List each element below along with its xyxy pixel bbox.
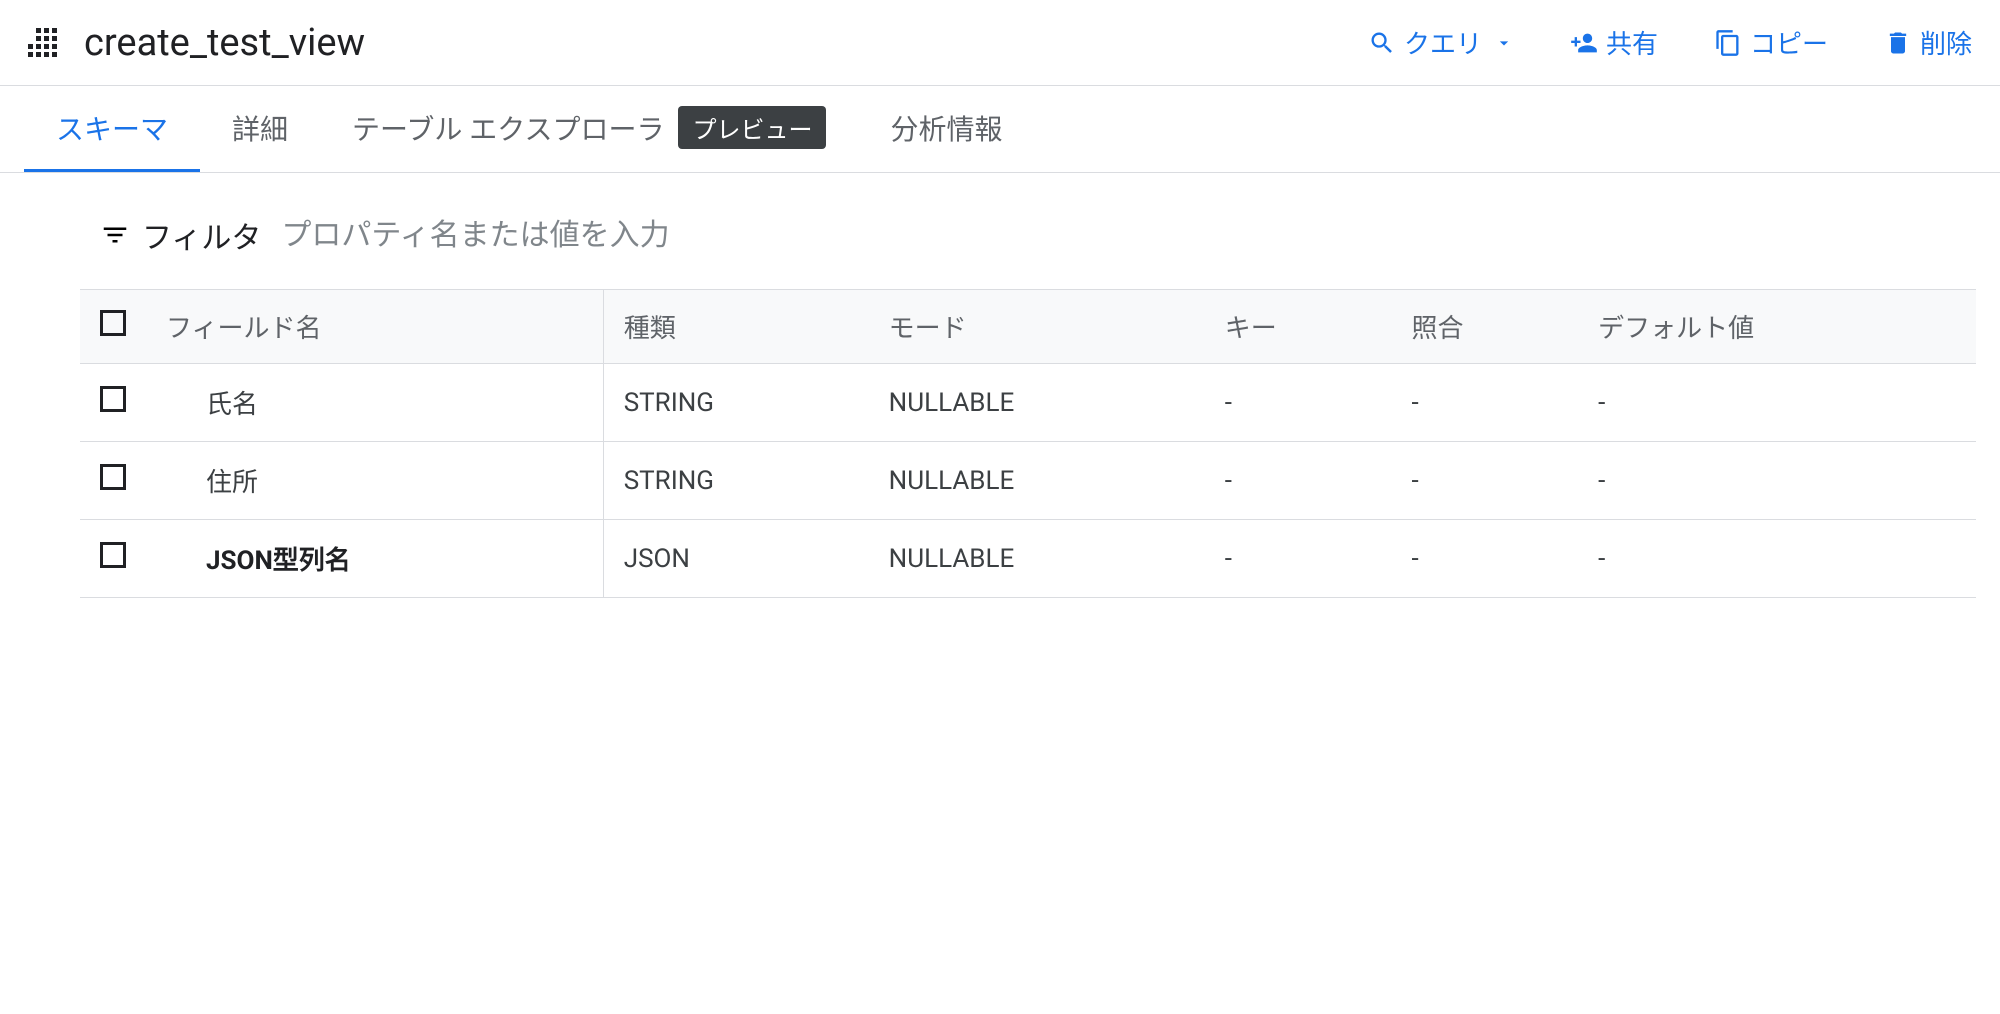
schema-table: フィールド名 種類 モード キー 照合 デフォルト値 氏名 STRING NUL… (80, 289, 1976, 598)
search-icon (1368, 29, 1396, 57)
table-row: 氏名 STRING NULLABLE - - - (80, 364, 1976, 442)
filter-row: フィルタ (80, 213, 1976, 257)
cell-default-value: - (1578, 520, 1976, 598)
cell-mode: NULLABLE (869, 442, 1205, 520)
cell-field-name: 氏名 (146, 364, 603, 442)
row-checkbox[interactable] (100, 464, 126, 490)
cell-field-name: 住所 (146, 442, 603, 520)
filter-label-wrap: フィルタ (100, 213, 261, 257)
table-body: 氏名 STRING NULLABLE - - - 住所 STRING NULLA… (80, 364, 1976, 598)
toolbar: クエリ 共有 コピー 削除 (1364, 16, 1976, 69)
person-add-icon (1570, 29, 1598, 57)
tabs: スキーマ 詳細 テーブル エクスプローラ プレビュー 分析情報 (0, 86, 2000, 173)
col-mode: モード (869, 290, 1205, 364)
tab-schema[interactable]: スキーマ (24, 86, 200, 172)
cell-type: JSON (603, 520, 868, 598)
share-button[interactable]: 共有 (1566, 16, 1662, 69)
content: フィルタ フィールド名 種類 モード キー 照合 デフォルト値 氏名 STRIN… (0, 173, 2000, 622)
copy-icon (1714, 29, 1742, 57)
col-key: キー (1205, 290, 1392, 364)
col-default-value: デフォルト値 (1578, 290, 1976, 364)
filter-input[interactable] (281, 218, 1976, 253)
col-field-name: フィールド名 (146, 290, 603, 364)
filter-label: フィルタ (142, 213, 261, 257)
cell-type: STRING (603, 442, 868, 520)
tab-label: 詳細 (232, 108, 288, 148)
cell-mode: NULLABLE (869, 364, 1205, 442)
delete-icon (1884, 29, 1912, 57)
delete-button[interactable]: 削除 (1880, 16, 1976, 69)
cell-key: - (1205, 364, 1392, 442)
table-row: JSON型列名 JSON NULLABLE - - - (80, 520, 1976, 598)
cell-field-name: JSON型列名 (146, 520, 603, 598)
cell-key: - (1205, 442, 1392, 520)
table-header-row: フィールド名 種類 モード キー 照合 デフォルト値 (80, 290, 1976, 364)
query-button[interactable]: クエリ (1364, 16, 1518, 69)
chevron-down-icon (1494, 33, 1514, 53)
tab-details[interactable]: 詳細 (200, 86, 320, 172)
tab-label: 分析情報 (890, 108, 1002, 148)
cell-collation: - (1391, 520, 1578, 598)
col-type: 種類 (603, 290, 868, 364)
query-label: クエリ (1404, 24, 1482, 61)
cell-type: STRING (603, 364, 868, 442)
select-all-header (80, 290, 146, 364)
table-row: 住所 STRING NULLABLE - - - (80, 442, 1976, 520)
cell-mode: NULLABLE (869, 520, 1205, 598)
cell-default-value: - (1578, 442, 1976, 520)
preview-badge: プレビュー (678, 106, 826, 149)
tab-label: テーブル エクスプローラ (352, 108, 664, 148)
cell-collation: - (1391, 442, 1578, 520)
tab-insights[interactable]: 分析情報 (858, 86, 1034, 172)
table-icon (24, 25, 60, 61)
tab-label: スキーマ (56, 108, 168, 148)
cell-collation: - (1391, 364, 1578, 442)
header: create_test_view クエリ 共有 コピー 削除 (0, 0, 2000, 86)
cell-key: - (1205, 520, 1392, 598)
col-collation: 照合 (1391, 290, 1578, 364)
select-all-checkbox[interactable] (100, 310, 126, 336)
copy-label: コピー (1750, 24, 1828, 61)
cell-default-value: - (1578, 364, 1976, 442)
delete-label: 削除 (1920, 24, 1972, 61)
tab-table-explorer[interactable]: テーブル エクスプローラ プレビュー (320, 86, 858, 172)
row-checkbox[interactable] (100, 542, 126, 568)
row-checkbox[interactable] (100, 386, 126, 412)
share-label: 共有 (1606, 24, 1658, 61)
copy-button[interactable]: コピー (1710, 16, 1832, 69)
filter-icon (100, 220, 130, 250)
page-title: create_test_view (84, 21, 365, 65)
